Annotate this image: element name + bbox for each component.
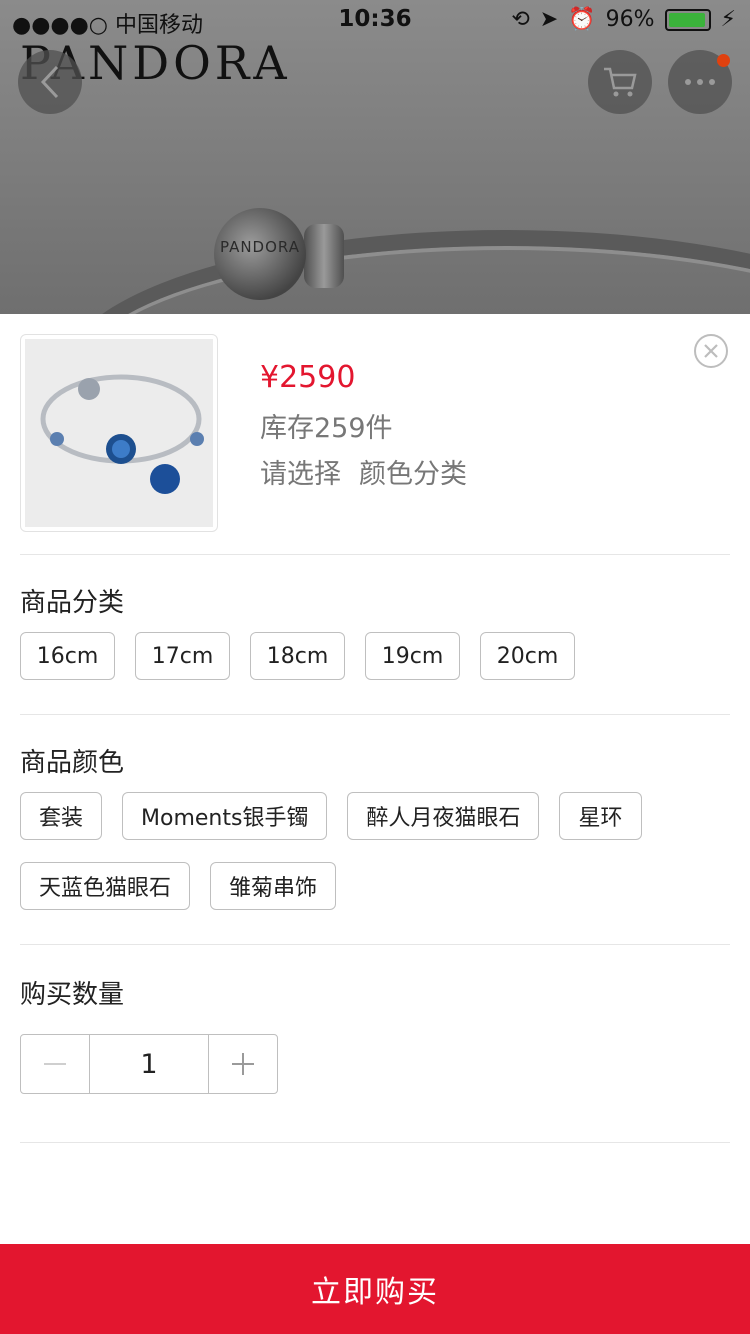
size-option[interactable]: 19cm xyxy=(365,632,460,680)
product-image-background: PANDORA PANDORA xyxy=(0,0,750,314)
color-option[interactable]: Moments银手镯 xyxy=(122,792,328,840)
color-option[interactable]: 星环 xyxy=(559,792,642,840)
bead-engraving: PANDORA xyxy=(219,238,300,256)
increase-button[interactable] xyxy=(209,1035,277,1093)
thumbnail-image xyxy=(25,339,213,527)
sku-selection-sheet: ¥2590 库存259件 请选择 颜色分类 商品分类 16cm 17cm 18cm… xyxy=(0,314,750,1334)
more-button[interactable] xyxy=(668,50,732,114)
notification-badge xyxy=(717,54,730,67)
color-option[interactable]: 套装 xyxy=(20,792,103,840)
divider xyxy=(20,1142,730,1143)
divider xyxy=(20,944,730,945)
decrease-button[interactable] xyxy=(21,1035,89,1093)
color-options: 套装 Moments银手镯 醉人月夜猫眼石 星环 天蓝色猫眼石 雏菊串饰 xyxy=(20,792,730,910)
selection-hint-value: 颜色分类 xyxy=(359,459,467,490)
battery-fill xyxy=(668,12,705,27)
bracelet-image-icon xyxy=(40,374,204,494)
charging-icon: ⚡ xyxy=(720,7,736,32)
rotation-lock-icon: ⟲ xyxy=(511,7,530,32)
selection-hint-prefix: 请选择 xyxy=(260,459,341,490)
size-option[interactable]: 18cm xyxy=(250,632,345,680)
color-section-title: 商品颜色 xyxy=(20,748,125,778)
size-options: 16cm 17cm 18cm 19cm 20cm xyxy=(20,632,730,680)
more-dots-icon xyxy=(685,79,715,85)
color-option[interactable]: 天蓝色猫眼石 xyxy=(20,862,191,910)
size-option[interactable]: 20cm xyxy=(480,632,575,680)
size-option[interactable]: 17cm xyxy=(135,632,230,680)
battery-icon xyxy=(664,8,711,31)
status-bar: ●●●●○ 中国移动 10:36 ⟲ ➤ ⏰ 96% ⚡ xyxy=(0,0,750,40)
back-button[interactable] xyxy=(18,50,82,114)
bangle-clasp xyxy=(304,224,344,288)
quantity-stepper: 1 xyxy=(20,1034,278,1094)
close-button[interactable] xyxy=(694,334,728,368)
product-thumbnail xyxy=(20,334,218,532)
color-option[interactable]: 雏菊串饰 xyxy=(210,862,337,910)
buy-now-button[interactable]: 立即购买 xyxy=(0,1244,750,1334)
selection-hint: 请选择 颜色分类 xyxy=(260,452,485,491)
battery-percent: 96% xyxy=(605,7,655,32)
plus-icon xyxy=(232,1053,254,1075)
chevron-left-icon xyxy=(40,65,59,99)
quantity-input[interactable]: 1 xyxy=(89,1035,209,1093)
alarm-icon: ⏰ xyxy=(568,7,596,32)
location-icon: ➤ xyxy=(539,7,559,32)
cart-button[interactable] xyxy=(588,50,652,114)
bangle-image xyxy=(60,230,750,314)
color-option[interactable]: 醉人月夜猫眼石 xyxy=(347,792,540,840)
divider xyxy=(20,714,730,715)
quantity-section-title: 购买数量 xyxy=(20,980,125,1010)
product-price: ¥2590 xyxy=(260,360,356,395)
stock-count: 库存259件 xyxy=(260,413,393,444)
close-icon xyxy=(704,344,718,358)
minus-icon xyxy=(44,1063,66,1065)
size-section-title: 商品分类 xyxy=(20,588,125,618)
cart-icon xyxy=(604,67,637,97)
divider xyxy=(20,554,730,555)
status-icons: ⟲ ➤ ⏰ 96% ⚡ xyxy=(511,7,736,32)
size-option[interactable]: 16cm xyxy=(20,632,115,680)
